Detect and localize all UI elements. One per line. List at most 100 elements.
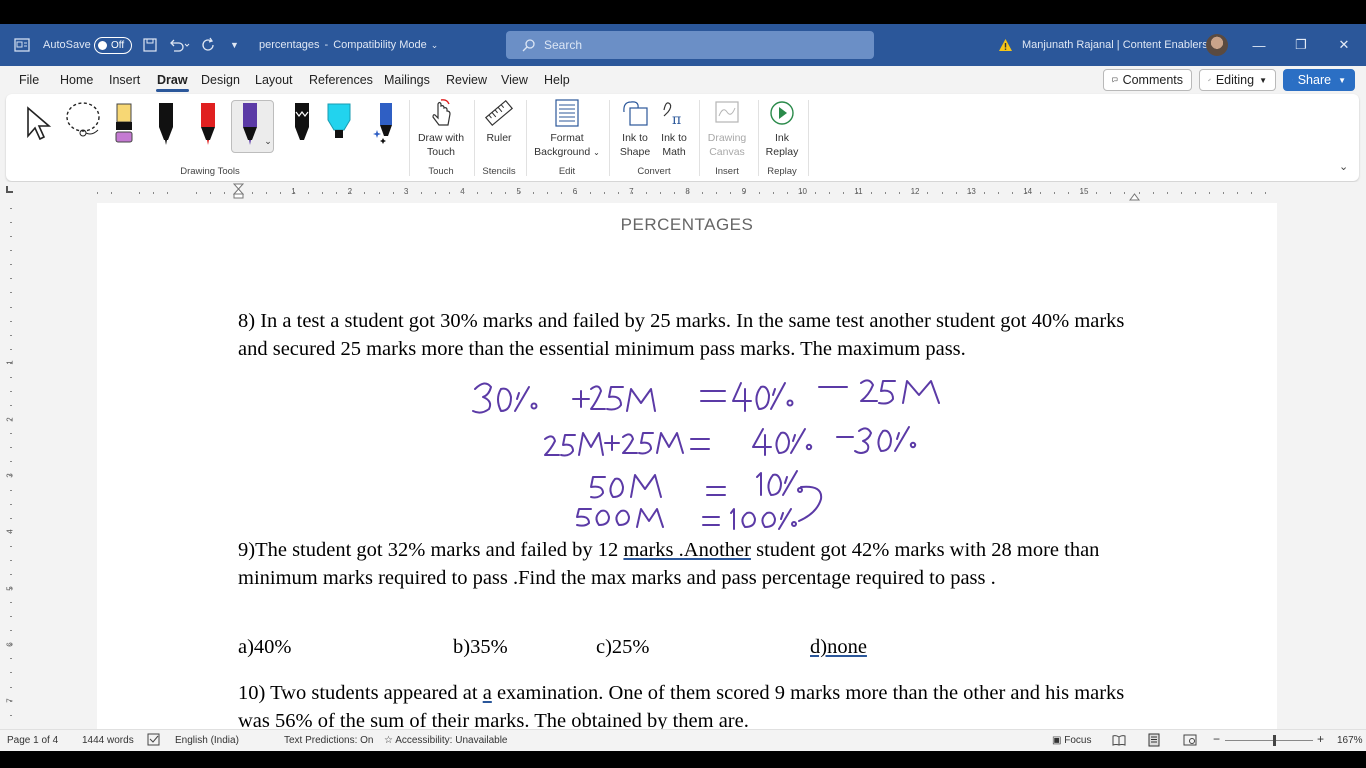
pen-sparkle-blue-icon[interactable] [371, 100, 399, 160]
autosave-label: AutoSave [43, 39, 91, 51]
ink-stroke [755, 385, 770, 410]
avatar[interactable] [1206, 34, 1228, 56]
ink-stroke [604, 435, 620, 451]
ink-to-shape-button[interactable]: Ink to Shape [616, 98, 654, 159]
read-mode-icon[interactable] [1112, 734, 1126, 749]
ruler-tick [1265, 192, 1267, 194]
pen-red-icon[interactable] [196, 100, 220, 160]
zoom-slider-thumb[interactable] [1273, 735, 1276, 746]
tab-references[interactable]: References [309, 73, 373, 87]
undo-icon[interactable] [168, 24, 190, 66]
highlighter-cyan-icon[interactable] [324, 100, 354, 160]
tab-help[interactable]: Help [544, 73, 570, 87]
tab-selector-icon[interactable] [6, 186, 13, 193]
ruler-tick [871, 192, 873, 194]
autosave-toggle[interactable]: Off [94, 24, 132, 66]
tab-insert[interactable]: Insert [109, 73, 140, 87]
tab-design[interactable]: Design [201, 73, 240, 87]
tab-home[interactable]: Home [60, 73, 93, 87]
tab-layout[interactable]: Layout [255, 73, 293, 87]
document-page[interactable]: PERCENTAGES 8) In a test a student got 3… [97, 203, 1277, 730]
collapse-ribbon-icon[interactable]: ⌄ [1339, 160, 1348, 173]
editing-mode-button[interactable]: Editing ▼ [1199, 69, 1276, 91]
zoom-level[interactable]: 167% [1337, 735, 1363, 746]
text-predictions[interactable]: Text Predictions: On [284, 735, 373, 746]
ink-to-math-button[interactable]: π Ink to Math [656, 98, 692, 159]
group-separator [699, 100, 700, 176]
print-layout-icon[interactable] [1147, 733, 1161, 750]
comments-button[interactable]: Comments [1103, 69, 1192, 91]
ruler-tick [10, 489, 12, 491]
horizontal-ruler[interactable]: 123456789101112131415 [0, 182, 1366, 201]
redo-icon[interactable] [201, 24, 217, 66]
ruler-tick [617, 192, 619, 194]
tab-review[interactable]: Review [446, 73, 487, 87]
group-edit: Edit [558, 166, 576, 177]
lasso-select-icon[interactable] [61, 100, 105, 160]
ruler-tick [10, 644, 12, 646]
ruler-tick [153, 192, 155, 194]
ink-stroke [782, 470, 798, 496]
pen-options-chevron-icon[interactable]: ⌄ [262, 136, 274, 148]
tab-file[interactable]: File [19, 73, 39, 87]
zoom-slider-track[interactable] [1225, 740, 1313, 741]
search-placeholder: Search [544, 38, 583, 52]
pen-black-icon[interactable] [154, 100, 178, 160]
ink-stroke [706, 486, 726, 496]
ruler-tick [674, 192, 676, 194]
ink-replay-button[interactable]: Ink Replay [762, 98, 802, 159]
highlighter-yellow-icon[interactable] [112, 100, 136, 160]
document-name[interactable]: percentages - Compatibility Mode ⌄ [259, 24, 438, 66]
restore-icon[interactable]: ❐ [1280, 24, 1322, 66]
zoom-in-button[interactable]: + [1317, 732, 1324, 746]
indent-marker-icon[interactable] [232, 183, 245, 204]
drawing-canvas-button[interactable]: Drawing Canvas [704, 98, 750, 159]
format-background-label-2-text: Background [534, 146, 591, 158]
page-count[interactable]: Page 1 of 4 [7, 735, 58, 746]
ruler-tick [547, 192, 549, 194]
ruler-tick [533, 192, 535, 194]
language[interactable]: English (India) [175, 735, 239, 746]
minimize-icon[interactable]: — [1238, 24, 1280, 66]
title-bar: AutoSave Off ▼ percentages - Compatibili… [0, 24, 1366, 66]
web-layout-icon[interactable] [1183, 734, 1197, 749]
ruler-tick [491, 192, 493, 194]
close-icon[interactable]: ✕ [1323, 24, 1365, 66]
ruler-tick [209, 192, 211, 194]
tab-draw[interactable]: Draw [156, 73, 189, 92]
share-button[interactable]: Share ▼ [1283, 69, 1355, 91]
customize-qat-icon[interactable]: ▼ [230, 24, 239, 66]
vertical-ruler[interactable]: 1234567 [0, 200, 22, 730]
ruler-tick [1025, 192, 1027, 194]
user-name[interactable]: Manjunath Rajanal | Content Enablers [1022, 24, 1208, 66]
tab-view[interactable]: View [501, 73, 528, 87]
zoom-out-button[interactable]: − [1213, 732, 1220, 746]
proofing-icon[interactable] [147, 733, 161, 749]
word-count[interactable]: 1444 words [82, 735, 134, 746]
ruler-tick [969, 192, 971, 194]
ink-stroke [860, 379, 878, 402]
pen-purple-icon[interactable] [238, 100, 262, 160]
warning-icon[interactable] [998, 24, 1013, 66]
ruler-button[interactable]: Ruler [478, 98, 520, 145]
focus-label: Focus [1064, 735, 1092, 746]
chevron-down-icon[interactable]: ▼ [1338, 76, 1346, 85]
ruler-tick [223, 192, 225, 194]
accessibility-status[interactable]: ☆ Accessibility: Unavailable [384, 735, 507, 746]
select-tool-icon[interactable] [23, 100, 53, 160]
ruler-tick [702, 192, 704, 194]
save-icon[interactable] [143, 24, 157, 66]
handwritten-ink-layer[interactable] [97, 203, 1277, 533]
ink-stroke [590, 385, 606, 410]
ruler-number: 10 [798, 187, 807, 196]
pen-galaxy-icon[interactable] [290, 100, 314, 160]
search-box[interactable]: Search [506, 31, 874, 59]
tab-mailings[interactable]: Mailings [384, 73, 430, 87]
focus-button[interactable]: ▣ Focus [1052, 735, 1091, 746]
q9-text-a: 9)The student got 32% marks and failed b… [238, 539, 624, 561]
format-background-button[interactable]: Format Background ⌄ [532, 98, 602, 160]
ink-stroke [497, 387, 512, 412]
word-app-icon[interactable] [14, 24, 30, 66]
ink-stroke [636, 508, 664, 528]
draw-with-touch-button[interactable]: Draw with Touch [412, 98, 470, 159]
